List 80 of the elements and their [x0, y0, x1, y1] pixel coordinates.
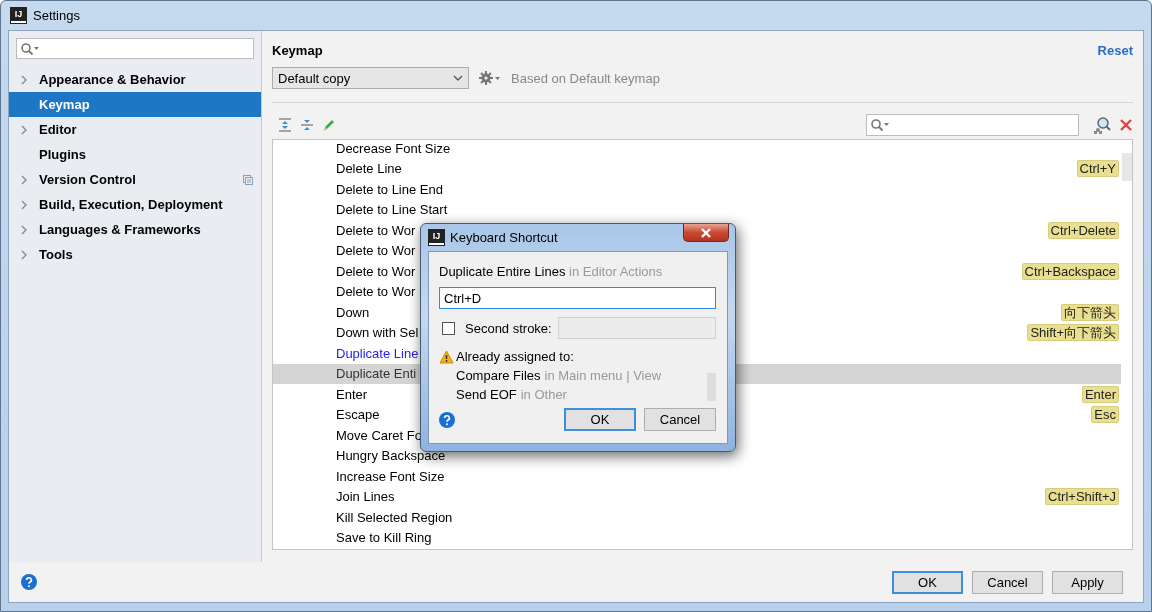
dialog-button[interactable]: Apply	[1052, 570, 1123, 594]
search-icon	[870, 118, 890, 132]
expand-all-icon[interactable]	[278, 118, 292, 132]
shortcut-badge: 向下箭头	[1061, 303, 1119, 321]
second-stroke-field[interactable]	[557, 317, 716, 339]
shortcut-field[interactable]: Ctrl+D	[439, 287, 716, 309]
collapse-all-icon[interactable]	[300, 118, 314, 132]
chevron-down-icon	[453, 75, 463, 81]
sidebar-item[interactable]: Tools	[9, 242, 261, 267]
action-name[interactable]: Escape	[336, 407, 380, 423]
action-name[interactable]: Down with Sel	[336, 325, 419, 341]
copy-icon	[243, 174, 253, 185]
sidebar-item[interactable]: Keymap	[9, 92, 261, 117]
dialog-button[interactable]: OK	[564, 408, 636, 431]
shortcut-badge: Enter	[1081, 385, 1119, 403]
action-name[interactable]: Duplicate Line	[336, 345, 419, 361]
action-name[interactable]: Join Lines	[336, 489, 395, 505]
search-field[interactable]	[866, 114, 1079, 136]
reset-link[interactable]: Reset	[1097, 42, 1133, 58]
chevron-icon[interactable]	[21, 224, 27, 235]
action-name[interactable]: Kill Selected Region	[336, 509, 453, 525]
shortcut-badge: Shift+向下箭头	[1027, 324, 1119, 342]
shortcut-badge: Ctrl+Delete	[1047, 221, 1119, 239]
action-name[interactable]: Down	[336, 304, 370, 320]
keymap-dropdown[interactable]: Default copy	[272, 67, 469, 89]
help-icon[interactable]	[21, 574, 37, 590]
checkbox[interactable]	[442, 321, 455, 335]
chevron-icon[interactable]	[21, 124, 27, 135]
action-name[interactable]: Hungry Backspace	[336, 448, 446, 464]
window-title: Settings	[33, 8, 80, 23]
action-name[interactable]: Delete to Wor	[336, 263, 416, 279]
action-name[interactable]: Delete to Wor	[336, 222, 416, 238]
shortcut-badge: Esc	[1091, 406, 1119, 424]
sidebar-item[interactable]: Appearance & Behavior	[9, 67, 261, 92]
sidebar-item[interactable]: Plugins	[9, 142, 261, 167]
action-name[interactable]: Decrease Font Size	[336, 140, 451, 156]
conflict-item: Compare Files in Main menu | View	[456, 367, 663, 385]
action-name[interactable]: Enter	[336, 386, 368, 402]
action-name[interactable]: Delete to Wor	[336, 243, 416, 259]
gear-icon[interactable]	[479, 70, 501, 86]
chevron-icon[interactable]	[21, 249, 27, 260]
pencil-icon[interactable]	[322, 118, 336, 132]
action-name[interactable]: Save to Kill Ring	[336, 530, 432, 546]
search-icon	[20, 41, 40, 56]
sidebar-item[interactable]: Version Control	[9, 167, 261, 192]
conflict-item: Send EOF in Other	[456, 386, 568, 404]
shortcut-badge: Ctrl+Y	[1076, 160, 1119, 178]
section-title: Keymap	[272, 42, 323, 58]
action-heading: Duplicate Entire Lines in Editor Actions	[439, 264, 664, 279]
chevron-icon[interactable]	[21, 199, 27, 210]
dialog-button[interactable]: Cancel	[972, 570, 1043, 594]
action-name[interactable]: Delete to Line End	[336, 181, 443, 197]
action-name[interactable]: Delete Line	[336, 161, 402, 177]
action-name[interactable]: Delete to Line Start	[336, 202, 448, 218]
chevron-icon[interactable]	[21, 74, 27, 85]
based-on-text: Based on Default keymap	[511, 70, 660, 86]
warning-icon	[439, 349, 454, 364]
find-shortcut-icon[interactable]	[1093, 116, 1111, 134]
shortcut-badge: Ctrl+Shift+J	[1045, 488, 1119, 506]
app-logo: IJ	[429, 230, 444, 245]
close-icon[interactable]	[1119, 118, 1133, 132]
dialog-title: Keyboard Shortcut	[450, 230, 559, 245]
help-icon[interactable]	[439, 411, 455, 428]
action-name[interactable]: Delete to Wor	[336, 284, 416, 300]
scrollbar-thumb[interactable]	[1122, 153, 1132, 181]
checkbox-label: Second stroke:	[465, 320, 552, 336]
search-field[interactable]	[16, 38, 254, 59]
warning-text: Already assigned to:	[456, 349, 574, 364]
action-name[interactable]: Duplicate Enti	[336, 366, 417, 382]
sidebar-item[interactable]: Editor	[9, 117, 261, 142]
chevron-icon[interactable]	[21, 174, 27, 185]
dialog-button[interactable]: Cancel	[644, 408, 716, 431]
dialog-button[interactable]: OK	[892, 570, 963, 594]
sidebar-item[interactable]: Build, Execution, Deployment	[9, 192, 261, 217]
close-icon	[700, 227, 712, 238]
app-logo: IJ	[11, 8, 26, 23]
action-name[interactable]: Increase Font Size	[336, 468, 445, 484]
sidebar-item[interactable]: Languages & Frameworks	[9, 217, 261, 242]
close-button[interactable]	[683, 224, 729, 242]
shortcut-badge: Ctrl+Backspace	[1021, 262, 1119, 280]
